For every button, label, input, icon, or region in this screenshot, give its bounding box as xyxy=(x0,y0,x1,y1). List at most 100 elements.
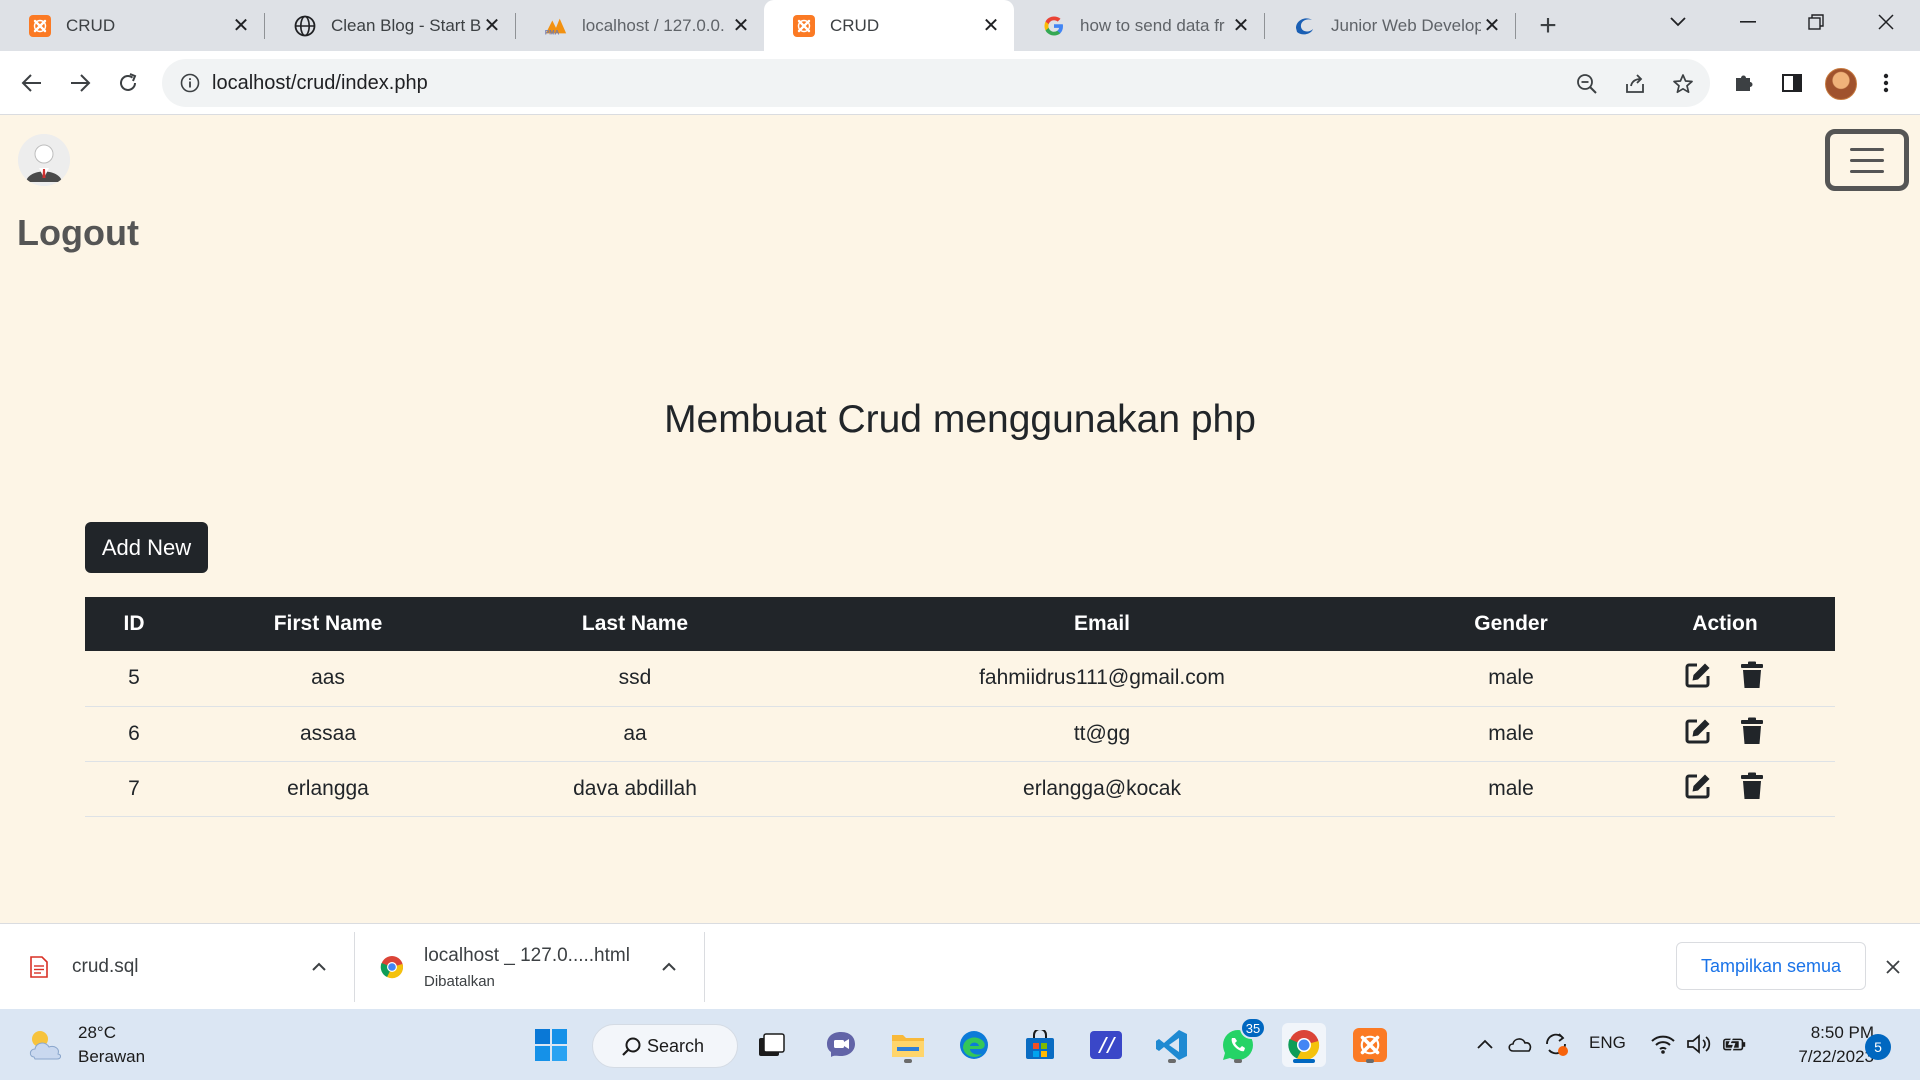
url-text: localhost/crud/index.php xyxy=(212,72,428,94)
column-header-id: ID xyxy=(85,597,183,651)
globe-icon xyxy=(293,14,317,38)
windows-start-icon[interactable] xyxy=(529,1023,573,1067)
chat-meet-icon[interactable] xyxy=(819,1023,863,1067)
edge-browser-icon[interactable] xyxy=(952,1023,996,1067)
tab-divider xyxy=(1515,13,1516,39)
column-header-first-name: First Name xyxy=(183,597,473,651)
side-panel-icon[interactable] xyxy=(1778,69,1806,97)
bookmark-star-icon[interactable] xyxy=(1670,71,1696,97)
column-header-gender: Gender xyxy=(1407,597,1615,651)
cell-actions xyxy=(1615,761,1835,817)
column-header-last-name: Last Name xyxy=(473,597,797,651)
address-bar[interactable]: localhost/crud/index.php xyxy=(162,59,1710,107)
clock-time: 8:50 PM xyxy=(1810,1023,1874,1042)
browser-tab[interactable]: CRUD ✕ xyxy=(0,0,264,51)
cell-first-name: aas xyxy=(183,651,473,707)
phpmyadmin-icon: PMA xyxy=(544,14,568,38)
tab-title: localhost / 127.0.0. xyxy=(582,15,725,35)
show-hidden-icons-chevron-icon[interactable] xyxy=(1472,1031,1498,1057)
download-file-name: crud.sql xyxy=(72,956,139,977)
chrome-icon[interactable] xyxy=(1282,1023,1326,1067)
hamburger-bar xyxy=(1850,158,1884,162)
share-icon[interactable] xyxy=(1622,71,1648,97)
navbar-toggler-menu-icon[interactable] xyxy=(1825,129,1909,191)
edit-icon[interactable] xyxy=(1684,772,1712,800)
reload-icon[interactable] xyxy=(108,63,148,103)
vscode-icon[interactable] xyxy=(1150,1023,1194,1067)
whatsapp-icon[interactable]: 35 xyxy=(1216,1017,1266,1067)
download-item[interactable]: localhost _ 127.0.....html Dibatalkan xyxy=(380,924,660,1010)
close-window-icon[interactable] xyxy=(1856,0,1916,44)
wifi-icon[interactable] xyxy=(1650,1031,1676,1057)
profile-avatar[interactable] xyxy=(1824,67,1858,101)
new-tab-plus-icon[interactable]: + xyxy=(1530,8,1566,44)
cell-actions xyxy=(1615,706,1835,762)
browser-tab[interactable]: Junior Web Develop ✕ xyxy=(1265,0,1515,51)
logout-link[interactable]: Logout xyxy=(17,212,139,254)
close-tab-icon[interactable]: ✕ xyxy=(230,15,252,37)
more-menu-icon[interactable] xyxy=(1872,69,1900,97)
cell-id: 5 xyxy=(85,651,183,707)
weather-widget[interactable]: 28°C Berawan xyxy=(26,1021,145,1069)
close-downloads-icon[interactable] xyxy=(1880,954,1906,980)
close-tab-icon[interactable]: ✕ xyxy=(481,15,503,37)
browser-tab[interactable]: Clean Blog - Start B ✕ xyxy=(265,0,515,51)
input-language[interactable]: ENG xyxy=(1589,1033,1626,1053)
browser-tab-active[interactable]: CRUD ✕ xyxy=(764,0,1014,51)
download-file-name: localhost _ 127.0.....html xyxy=(424,944,630,966)
cell-id: 6 xyxy=(85,706,183,762)
tab-title: CRUD xyxy=(830,15,880,35)
system-clock[interactable]: 8:50 PM 7/22/2023 xyxy=(1770,1021,1874,1069)
download-item[interactable]: crud.sql xyxy=(30,924,330,1010)
tab-search-chevron-icon[interactable] xyxy=(1648,0,1708,44)
web-swirl-icon xyxy=(1293,14,1317,38)
delete-trash-icon[interactable] xyxy=(1738,717,1766,745)
battery-charging-icon[interactable] xyxy=(1722,1031,1748,1057)
close-tab-icon[interactable]: ✕ xyxy=(980,15,1002,37)
edit-icon[interactable] xyxy=(1684,717,1712,745)
site-info-icon[interactable] xyxy=(178,71,202,95)
browser-tab[interactable]: how to send data fr ✕ xyxy=(1014,0,1264,51)
svg-text:PMA: PMA xyxy=(545,29,560,36)
delete-trash-icon[interactable] xyxy=(1738,661,1766,689)
back-arrow-icon[interactable] xyxy=(12,63,52,103)
edit-icon[interactable] xyxy=(1684,661,1712,689)
restore-icon[interactable] xyxy=(1786,0,1846,44)
forward-arrow-icon[interactable] xyxy=(60,63,100,103)
running-indicator xyxy=(1234,1059,1242,1063)
onedrive-cloud-icon[interactable] xyxy=(1507,1031,1533,1057)
show-all-downloads-button[interactable]: Tampilkan semua xyxy=(1676,942,1866,990)
downloads-bar: crud.sql localhost _ 127.0.....html Diba… xyxy=(0,923,1920,1009)
weather-temperature: 28°C xyxy=(78,1023,116,1042)
sync-update-icon[interactable] xyxy=(1543,1031,1569,1057)
cell-gender: male xyxy=(1407,761,1615,817)
chevron-up-icon[interactable] xyxy=(307,955,331,979)
chevron-up-icon[interactable] xyxy=(657,955,681,979)
minimize-icon[interactable] xyxy=(1718,0,1778,44)
close-tab-icon[interactable]: ✕ xyxy=(730,15,752,37)
code-editor-app-icon[interactable] xyxy=(1084,1023,1128,1067)
extensions-puzzle-icon[interactable] xyxy=(1730,69,1758,97)
cell-email: erlangga@kocak xyxy=(797,761,1407,817)
task-view-icon[interactable] xyxy=(750,1023,794,1067)
column-header-email: Email xyxy=(797,597,1407,651)
taskbar-search[interactable]: Search xyxy=(592,1024,738,1068)
xampp-icon[interactable] xyxy=(1348,1023,1392,1067)
document-file-icon xyxy=(30,956,48,978)
browser-tab[interactable]: PMA localhost / 127.0.0. ✕ xyxy=(516,0,764,51)
chrome-icon xyxy=(380,955,404,979)
delete-trash-icon[interactable] xyxy=(1738,772,1766,800)
file-explorer-icon[interactable] xyxy=(886,1023,930,1067)
page-title: Membuat Crud menggunakan php xyxy=(664,398,1256,441)
close-tab-icon[interactable]: ✕ xyxy=(1481,15,1503,37)
close-tab-icon[interactable]: ✕ xyxy=(1230,15,1252,37)
column-header-action: Action xyxy=(1615,597,1835,651)
google-icon xyxy=(1042,14,1066,38)
zoom-out-icon[interactable] xyxy=(1574,71,1600,97)
hamburger-bar xyxy=(1850,147,1884,151)
notification-count-badge[interactable]: 5 xyxy=(1865,1034,1891,1060)
table-row: 6 assaa aa tt@gg male xyxy=(85,706,1835,762)
add-new-button[interactable]: Add New xyxy=(85,522,208,573)
microsoft-store-icon[interactable] xyxy=(1018,1023,1062,1067)
speaker-volume-icon[interactable] xyxy=(1686,1031,1712,1057)
